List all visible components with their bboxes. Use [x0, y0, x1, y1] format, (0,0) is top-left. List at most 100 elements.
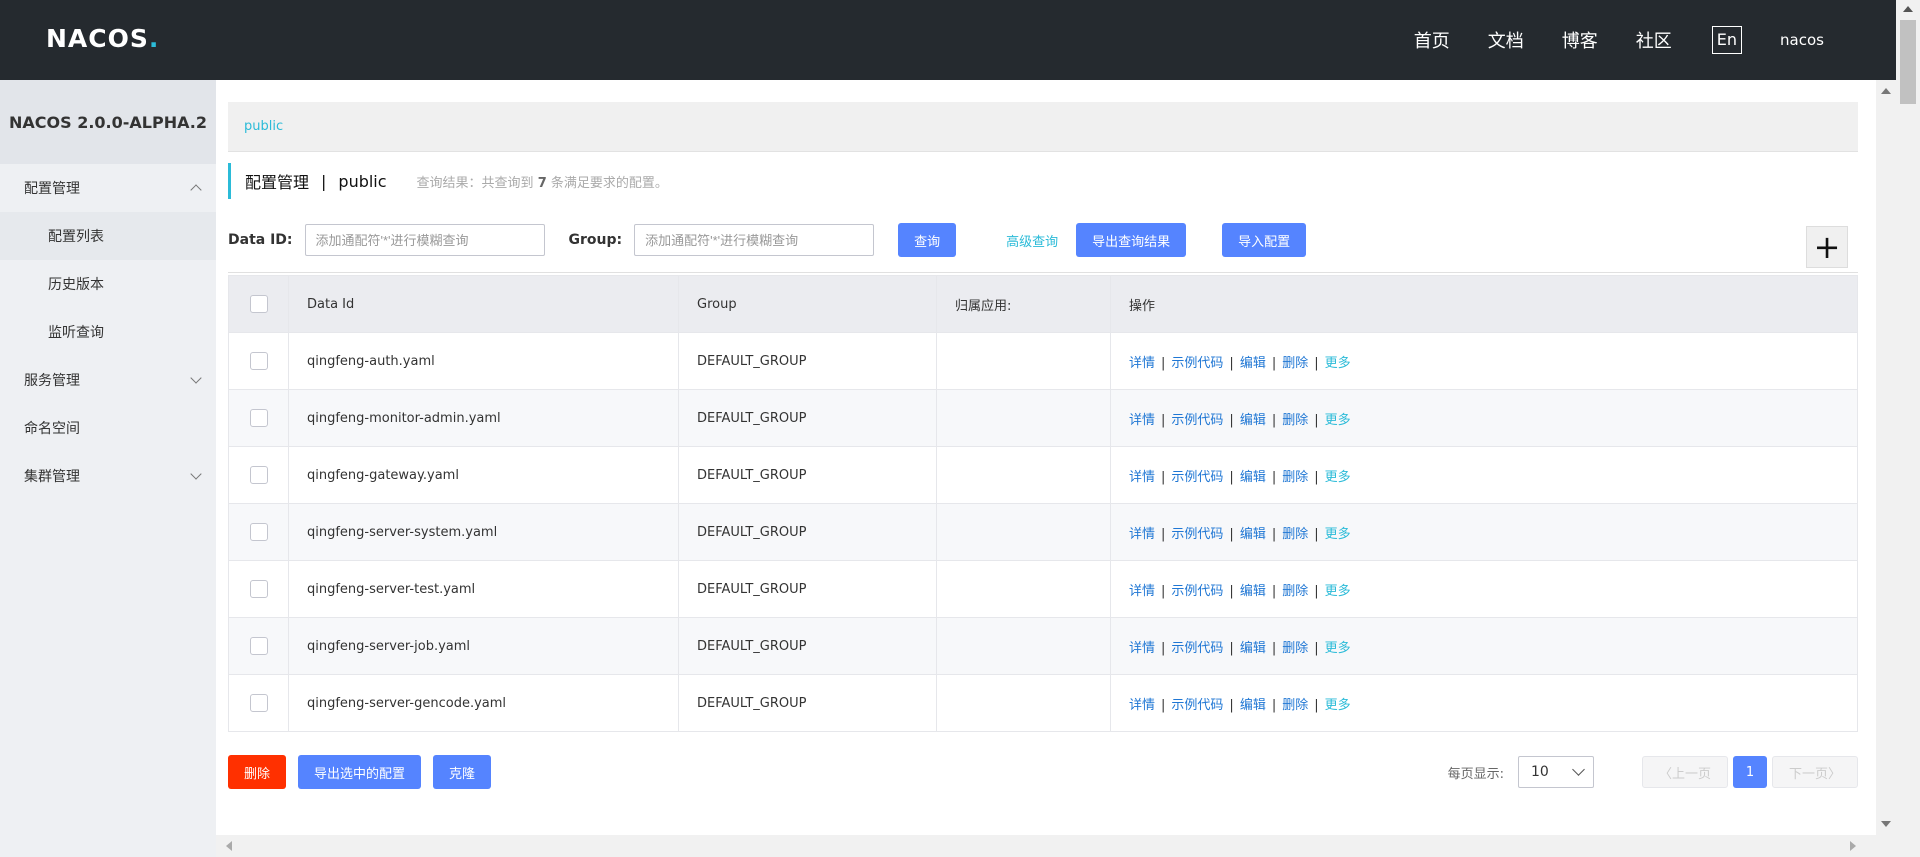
- edit-link[interactable]: 编辑: [1240, 584, 1266, 599]
- sidebar-item-service-management[interactable]: 服务管理: [0, 356, 216, 404]
- row-checkbox[interactable]: [249, 637, 268, 655]
- query-button[interactable]: 查询: [898, 223, 957, 257]
- sidebar-item-config-management[interactable]: 配置管理: [0, 164, 216, 212]
- edit-link[interactable]: 编辑: [1240, 356, 1266, 371]
- row-checkbox[interactable]: [249, 352, 268, 370]
- plus-icon[interactable]: +: [1806, 226, 1848, 268]
- sample-code-link[interactable]: 示例代码: [1171, 527, 1223, 542]
- sample-code-link[interactable]: 示例代码: [1171, 470, 1223, 485]
- detail-link[interactable]: 详情: [1129, 584, 1155, 599]
- edit-link[interactable]: 编辑: [1240, 641, 1266, 656]
- delete-selected-button[interactable]: 删除: [228, 755, 287, 789]
- more-link[interactable]: 更多: [1325, 470, 1351, 485]
- sidebar-item-config-list[interactable]: 配置列表: [0, 212, 216, 260]
- row-select-cell: [228, 446, 289, 504]
- row-checkbox[interactable]: [249, 409, 268, 427]
- edit-link[interactable]: 编辑: [1240, 698, 1266, 713]
- row-checkbox[interactable]: [249, 580, 268, 598]
- cell-app: [936, 389, 1111, 447]
- page-vertical-scrollbar[interactable]: [1896, 0, 1920, 857]
- page-size-select[interactable]: 10: [1518, 756, 1594, 788]
- cell-data-id: qingfeng-server-system.yaml: [288, 503, 679, 561]
- delete-link[interactable]: 删除: [1282, 356, 1308, 371]
- delete-link[interactable]: 删除: [1282, 584, 1308, 599]
- sample-code-link[interactable]: 示例代码: [1171, 641, 1223, 656]
- content-vertical-scrollbar[interactable]: [1876, 80, 1896, 835]
- cell-app: [936, 617, 1111, 675]
- delete-link[interactable]: 删除: [1282, 470, 1308, 485]
- table-row: qingfeng-server-test.yaml DEFAULT_GROUP 详情…: [228, 560, 1858, 618]
- namespace-bar: public: [228, 102, 1858, 152]
- row-checkbox[interactable]: [249, 466, 268, 484]
- sample-code-link[interactable]: 示例代码: [1171, 356, 1223, 371]
- row-checkbox[interactable]: [249, 523, 268, 541]
- cell-operations: 详情 | 示例代码 | 编辑 | 删除 | 更多: [1110, 503, 1858, 561]
- table-row: qingfeng-gateway.yaml DEFAULT_GROUP 详情 | 示例代…: [228, 446, 1858, 504]
- row-select-cell: [228, 503, 289, 561]
- nav-docs[interactable]: 文档: [1488, 27, 1524, 53]
- data-id-label: Data ID:: [228, 232, 293, 248]
- scroll-down-arrow-icon[interactable]: [1881, 821, 1891, 827]
- user-menu[interactable]: nacos: [1780, 31, 1824, 49]
- export-results-button[interactable]: 导出查询结果: [1076, 223, 1187, 257]
- sample-code-link[interactable]: 示例代码: [1171, 698, 1223, 713]
- scroll-left-arrow-icon[interactable]: [226, 841, 232, 851]
- content-horizontal-scrollbar[interactable]: [216, 835, 1896, 857]
- detail-link[interactable]: 详情: [1129, 413, 1155, 428]
- sidebar-item-listener-query[interactable]: 监听查询: [0, 308, 216, 356]
- group-input[interactable]: [634, 224, 875, 256]
- detail-link[interactable]: 详情: [1129, 356, 1155, 371]
- scrollbar-thumb[interactable]: [1900, 20, 1916, 104]
- scroll-up-arrow-icon[interactable]: [1903, 6, 1913, 12]
- cell-operations: 详情 | 示例代码 | 编辑 | 删除 | 更多: [1110, 674, 1858, 732]
- nav-blog[interactable]: 博客: [1562, 27, 1598, 53]
- edit-link[interactable]: 编辑: [1240, 527, 1266, 542]
- edit-link[interactable]: 编辑: [1240, 413, 1266, 428]
- more-link[interactable]: 更多: [1325, 698, 1351, 713]
- detail-link[interactable]: 详情: [1129, 527, 1155, 542]
- sidebar-item-cluster-management[interactable]: 集群管理: [0, 452, 216, 500]
- next-page-button[interactable]: 下一页〉: [1772, 756, 1858, 788]
- scroll-up-arrow-icon[interactable]: [1881, 88, 1891, 94]
- select-all-checkbox[interactable]: [249, 295, 268, 313]
- more-link[interactable]: 更多: [1325, 527, 1351, 542]
- more-link[interactable]: 更多: [1325, 584, 1351, 599]
- prev-page-button[interactable]: 〈上一页: [1642, 756, 1728, 788]
- page-1-button[interactable]: 1: [1733, 756, 1767, 788]
- top-header: NACOS. 首页 文档 博客 社区 En nacos: [0, 0, 1896, 80]
- export-selected-button[interactable]: 导出选中的配置: [298, 755, 422, 789]
- chevron-down-icon: [190, 467, 202, 480]
- scroll-right-arrow-icon[interactable]: [1850, 841, 1856, 851]
- import-config-button[interactable]: 导入配置: [1222, 223, 1307, 257]
- clone-button[interactable]: 克隆: [433, 755, 492, 789]
- nacos-logo[interactable]: NACOS.: [46, 24, 159, 53]
- cell-data-id: qingfeng-server-test.yaml: [288, 560, 679, 618]
- cell-app: [936, 674, 1111, 732]
- more-link[interactable]: 更多: [1325, 641, 1351, 656]
- cell-app: [936, 560, 1111, 618]
- nav-home[interactable]: 首页: [1414, 27, 1450, 53]
- namespace-public-link[interactable]: public: [244, 119, 283, 134]
- more-link[interactable]: 更多: [1325, 413, 1351, 428]
- row-checkbox[interactable]: [249, 694, 268, 712]
- sample-code-link[interactable]: 示例代码: [1171, 584, 1223, 599]
- detail-link[interactable]: 详情: [1129, 641, 1155, 656]
- data-id-input[interactable]: [304, 224, 545, 256]
- main-content: public 配置管理 | public 查询结果：共查询到 7 条满足要求的配…: [216, 80, 1876, 835]
- more-link[interactable]: 更多: [1325, 356, 1351, 371]
- sample-code-link[interactable]: 示例代码: [1171, 413, 1223, 428]
- delete-link[interactable]: 删除: [1282, 698, 1308, 713]
- delete-link[interactable]: 删除: [1282, 413, 1308, 428]
- detail-link[interactable]: 详情: [1129, 698, 1155, 713]
- edit-link[interactable]: 编辑: [1240, 470, 1266, 485]
- sidebar-item-namespace[interactable]: 命名空间: [0, 404, 216, 452]
- delete-link[interactable]: 删除: [1282, 641, 1308, 656]
- sidebar-item-history[interactable]: 历史版本: [0, 260, 216, 308]
- detail-link[interactable]: 详情: [1129, 470, 1155, 485]
- row-select-cell: [228, 674, 289, 732]
- nav-community[interactable]: 社区: [1636, 27, 1672, 53]
- advanced-query-link[interactable]: 高级查询: [1006, 231, 1058, 250]
- col-group: Group: [678, 275, 937, 333]
- language-toggle[interactable]: En: [1711, 26, 1743, 54]
- delete-link[interactable]: 删除: [1282, 527, 1308, 542]
